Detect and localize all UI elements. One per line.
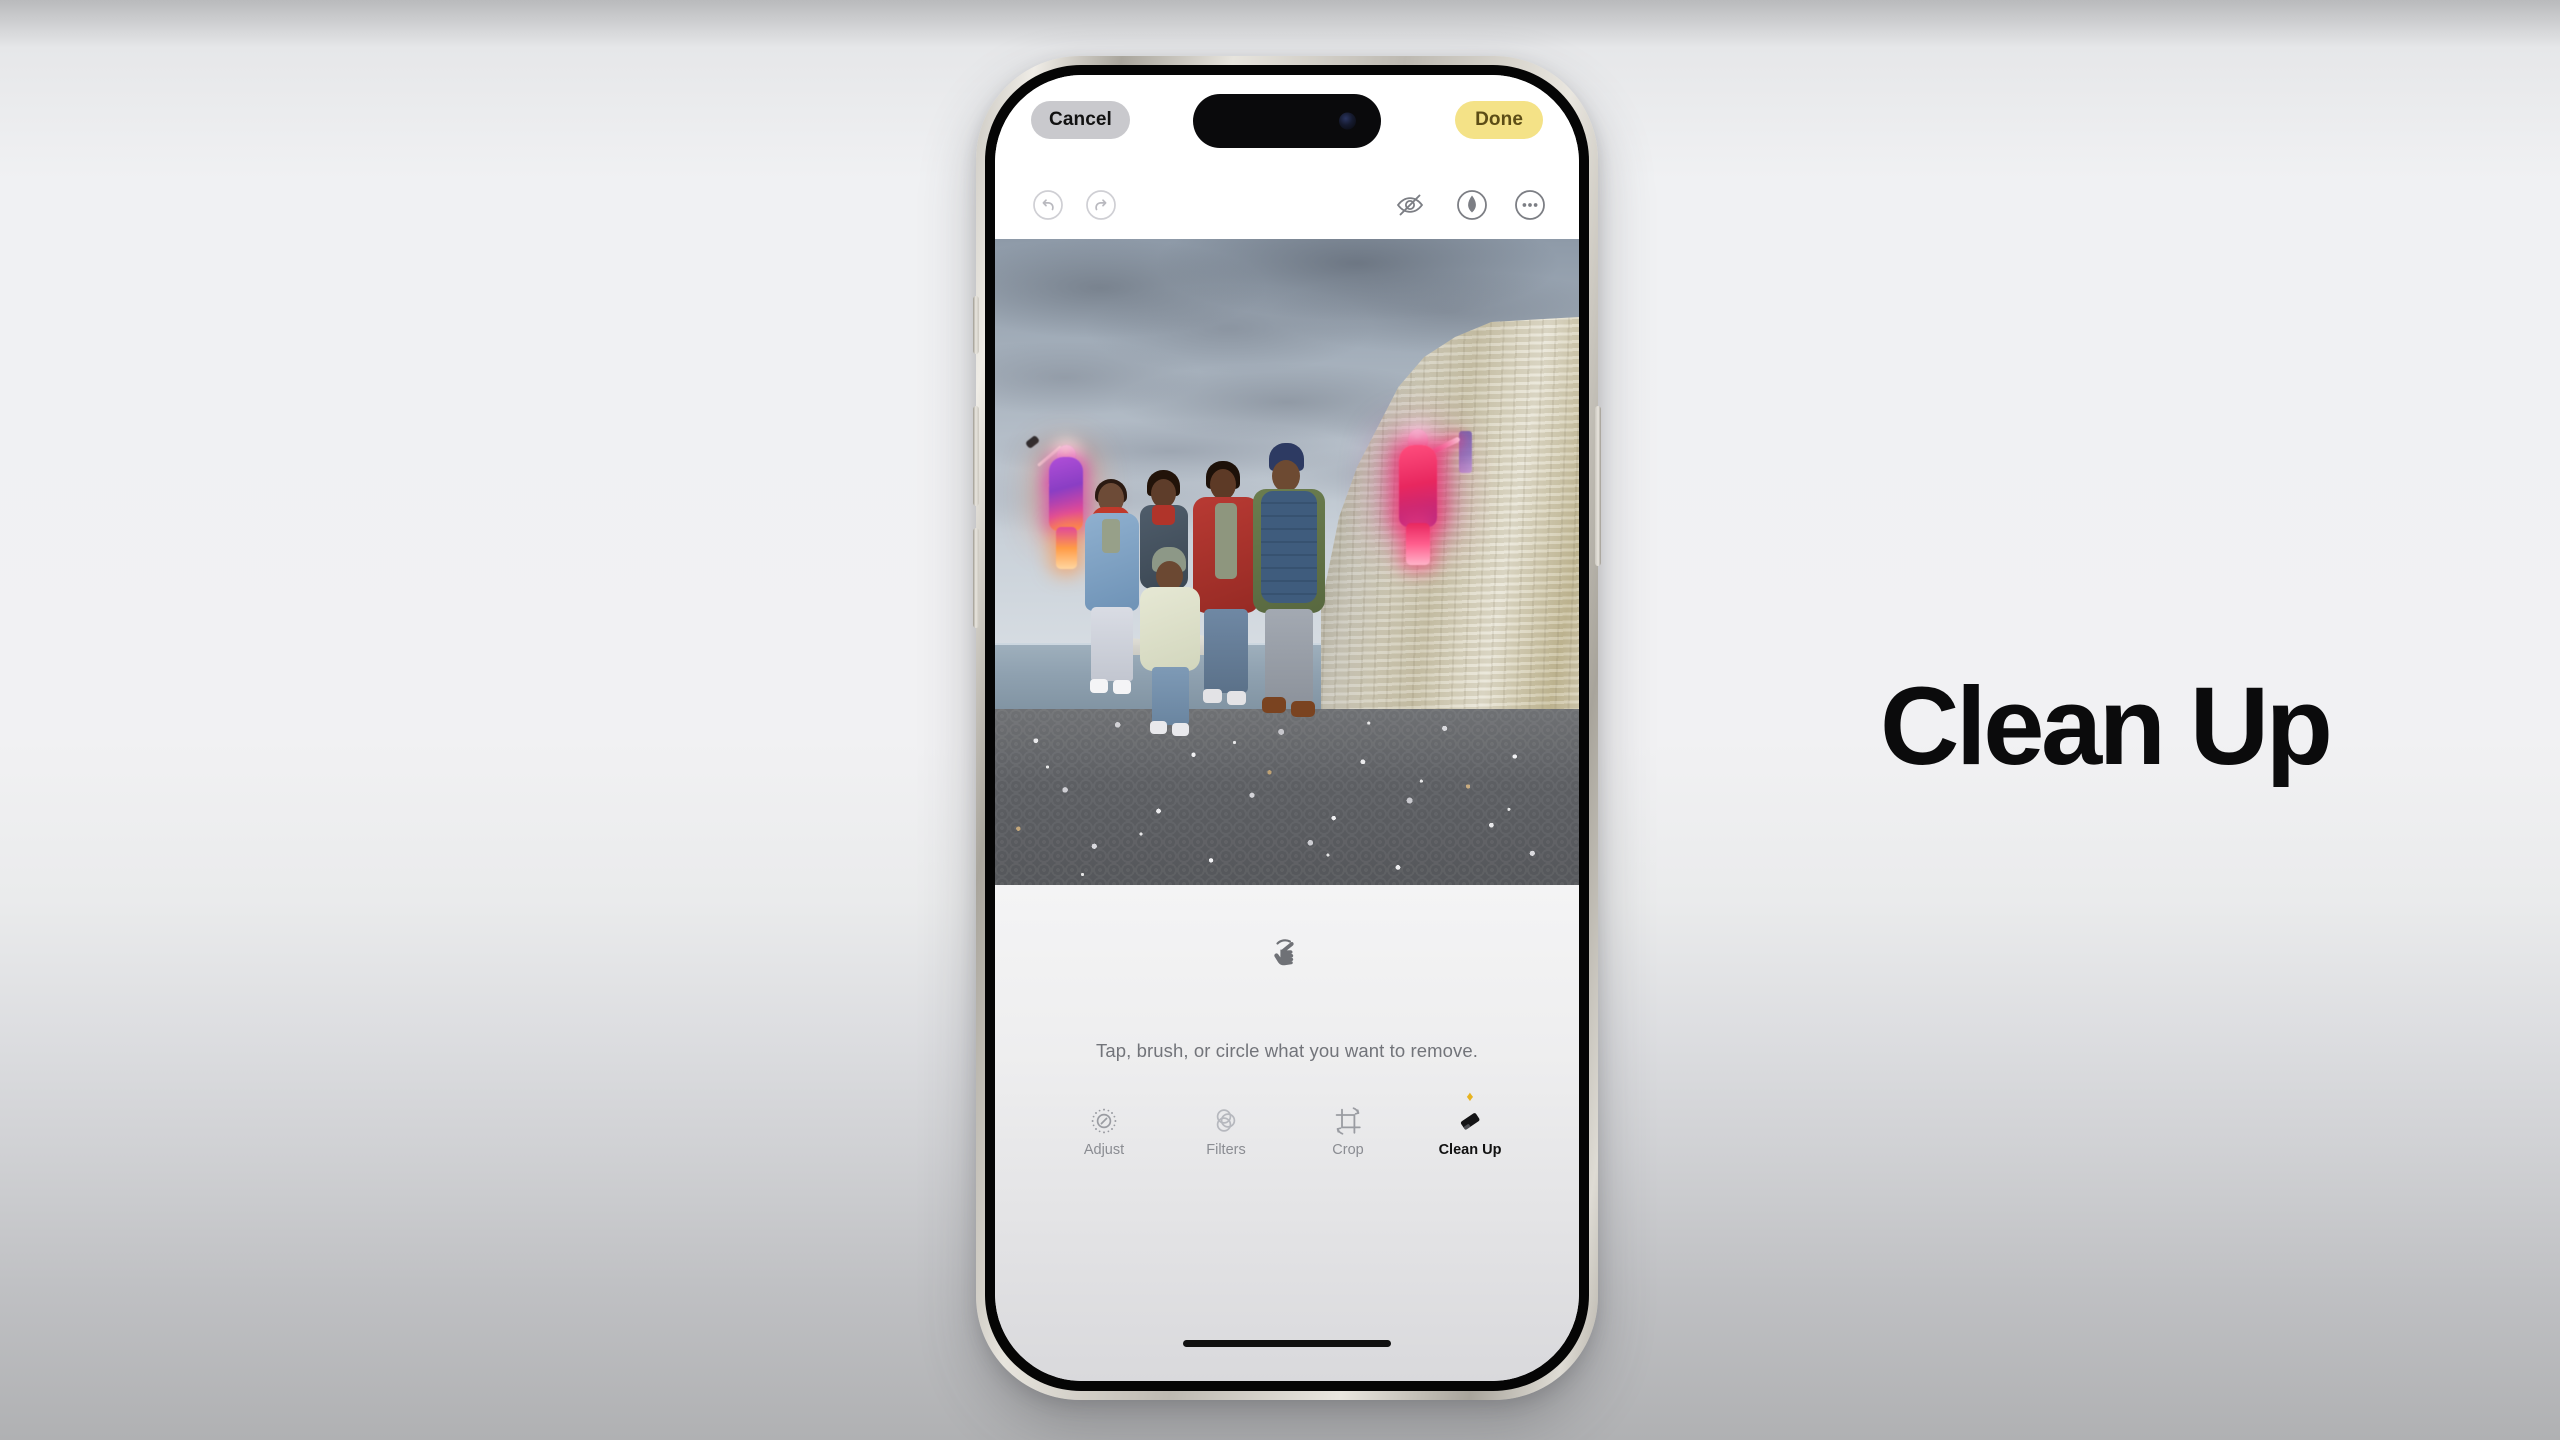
eraser-icon xyxy=(1455,1103,1485,1139)
action-button[interactable] xyxy=(973,296,979,354)
more-ellipsis-icon[interactable] xyxy=(1509,184,1551,226)
editor-tool-row xyxy=(995,172,1579,239)
tab-adjust[interactable]: Adjust xyxy=(1061,1103,1147,1169)
editor-top-bar: Cancel Done xyxy=(995,75,1579,172)
tab-clean-up[interactable]: ♦ Clean Up xyxy=(1427,1089,1513,1169)
cancel-label: Cancel xyxy=(1049,109,1112,130)
glow-legs xyxy=(1056,527,1077,569)
photo-canvas[interactable] xyxy=(995,239,1579,885)
filters-circles-icon xyxy=(1211,1103,1241,1139)
cleanup-hint-text: Tap, brush, or circle what you want to r… xyxy=(1096,1040,1478,1061)
person-girl-denim-jacket xyxy=(1081,479,1143,695)
front-camera-icon xyxy=(1339,112,1356,130)
tab-filters-label: Filters xyxy=(1206,1142,1246,1158)
volume-up-button[interactable] xyxy=(973,406,979,506)
tab-clean-up-label: Clean Up xyxy=(1438,1142,1502,1158)
flag xyxy=(1459,431,1472,473)
dynamic-island xyxy=(1193,94,1381,148)
cancel-button[interactable]: Cancel xyxy=(1031,101,1130,139)
iphone-device: Cancel Done Tap, brush, or circle what y… xyxy=(973,56,1601,1400)
volume-down-button[interactable] xyxy=(973,528,979,628)
adjust-dial-icon xyxy=(1089,1103,1119,1139)
redo-icon[interactable] xyxy=(1080,184,1122,226)
tab-crop-label: Crop xyxy=(1332,1142,1364,1158)
done-label: Done xyxy=(1475,109,1523,130)
tap-hand-icon xyxy=(1264,933,1310,979)
undo-icon[interactable] xyxy=(1027,184,1069,226)
tab-adjust-label: Adjust xyxy=(1083,1142,1125,1158)
editor-tab-bar: Adjust Filters Crop ♦ Clean Up xyxy=(995,1089,1579,1169)
phone-screen: Cancel Done Tap, brush, or circle what y… xyxy=(995,75,1579,1381)
tab-filters[interactable]: Filters xyxy=(1183,1103,1269,1169)
pebble-beach xyxy=(995,709,1579,885)
page-title: Clean Up xyxy=(1880,665,2333,788)
power-button[interactable] xyxy=(1595,406,1601,566)
person-man-blue-vest xyxy=(1253,443,1325,722)
home-indicator[interactable] xyxy=(1183,1340,1391,1347)
glow-legs xyxy=(1406,523,1430,565)
crop-rotate-icon xyxy=(1333,1103,1363,1139)
eye-slash-icon[interactable] xyxy=(1389,184,1431,226)
tab-crop[interactable]: Crop xyxy=(1305,1103,1391,1169)
cleanup-panel: Tap, brush, or circle what you want to r… xyxy=(995,885,1579,1381)
highlighted-subject-with-flag[interactable] xyxy=(1381,425,1472,567)
glow-body xyxy=(1049,457,1083,531)
person-child-beanie xyxy=(1140,547,1200,739)
markup-pen-icon[interactable] xyxy=(1451,184,1493,226)
person-woman-red-jacket xyxy=(1193,461,1259,715)
done-button[interactable]: Done xyxy=(1455,101,1543,139)
ai-sparkle-icon: ♦ xyxy=(1466,1088,1474,1104)
glow-body xyxy=(1399,445,1437,527)
